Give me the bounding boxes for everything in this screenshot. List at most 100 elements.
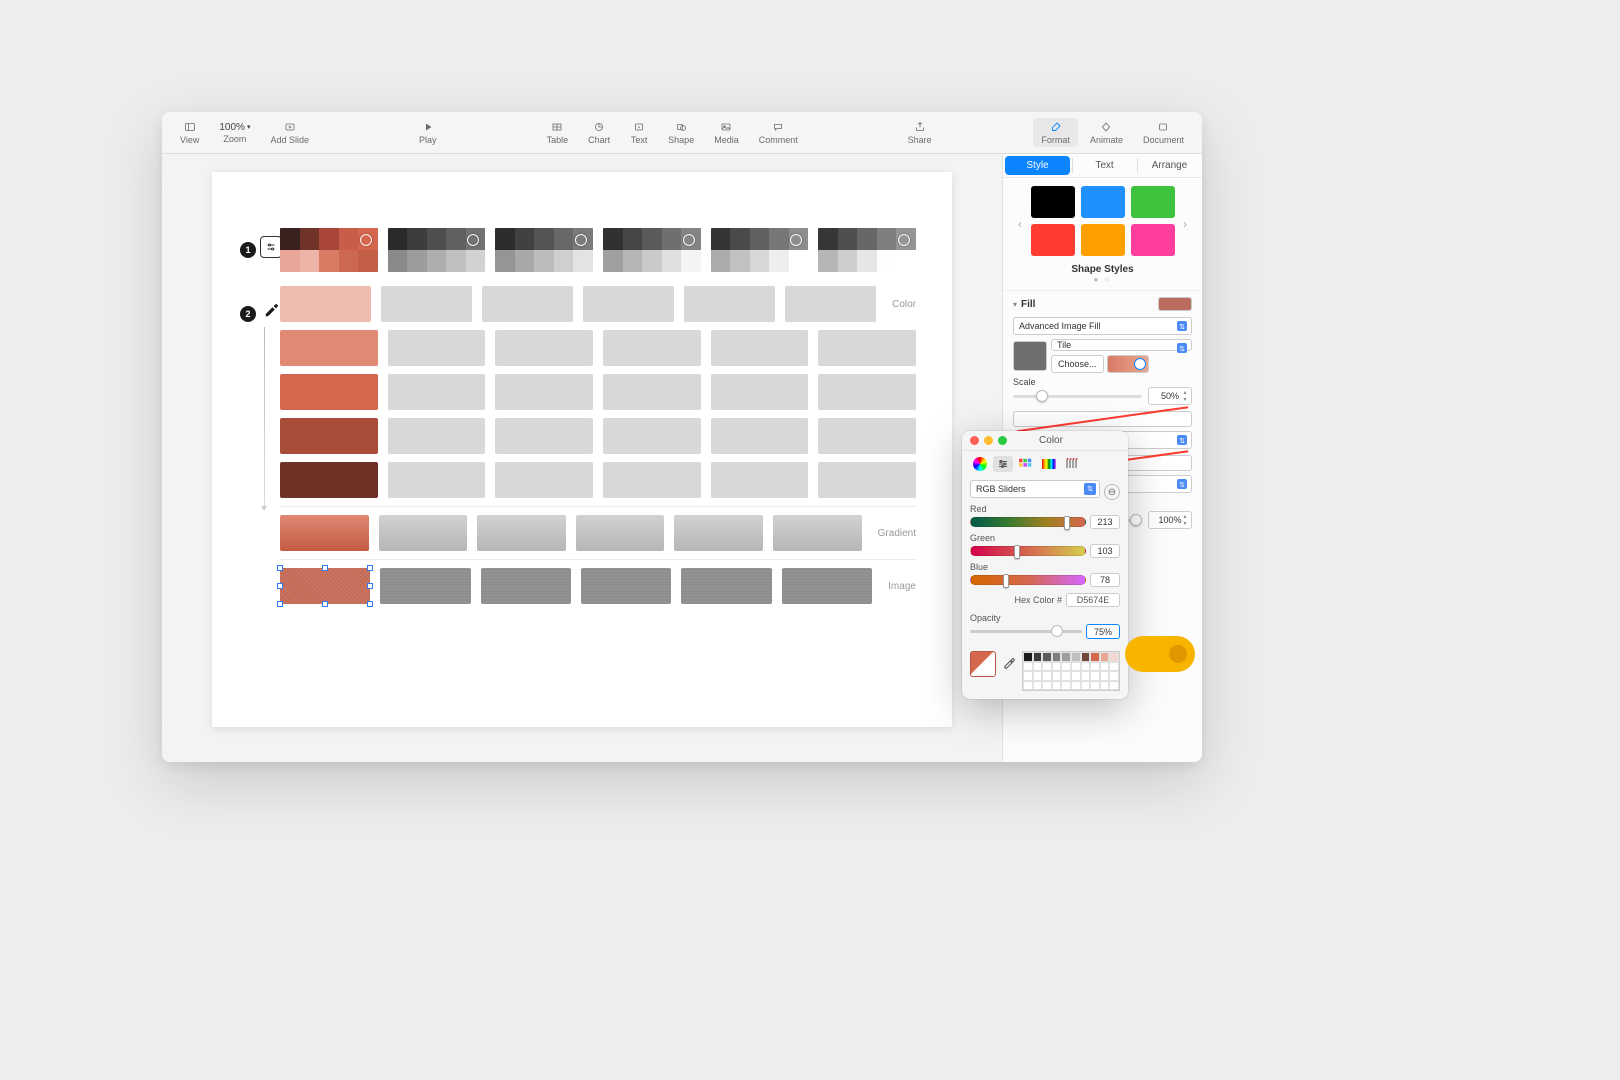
swatch[interactable] — [603, 374, 701, 410]
swatch[interactable] — [581, 568, 671, 604]
swatch[interactable] — [576, 515, 665, 551]
gradient-chip[interactable] — [1107, 355, 1149, 373]
fill-type-select[interactable]: Advanced Image Fill⇅ — [1013, 317, 1192, 335]
share-button[interactable]: Share — [900, 118, 940, 147]
swatch[interactable] — [711, 462, 809, 498]
color-panel-titlebar[interactable]: Color — [962, 431, 1128, 451]
palette-grey[interactable] — [388, 228, 486, 272]
swatch[interactable] — [603, 330, 701, 366]
green-slider[interactable] — [970, 546, 1086, 556]
swatch[interactable] — [379, 515, 468, 551]
swatch[interactable] — [388, 462, 486, 498]
style-swatch[interactable] — [1031, 224, 1075, 256]
style-swatch[interactable] — [1031, 186, 1075, 218]
red-value[interactable]: 213 — [1090, 515, 1120, 529]
spectrum-mode-icon[interactable] — [1039, 456, 1059, 472]
red-slider[interactable] — [970, 517, 1086, 527]
swatch[interactable] — [711, 374, 809, 410]
swatch-grid[interactable] — [1022, 651, 1120, 691]
swatch[interactable] — [773, 515, 862, 551]
palette-grey[interactable] — [495, 228, 593, 272]
cp-opacity-field[interactable]: 75% — [1086, 624, 1120, 639]
swatch[interactable] — [818, 418, 916, 454]
animate-button[interactable]: Animate — [1082, 118, 1131, 147]
scale-slider[interactable] — [1013, 395, 1142, 398]
action-button[interactable]: ⊖ — [1104, 484, 1120, 500]
swatch[interactable] — [388, 374, 486, 410]
swatch[interactable] — [388, 418, 486, 454]
swatch[interactable] — [482, 286, 573, 322]
swatch[interactable] — [388, 330, 486, 366]
eyedropper-button[interactable] — [1000, 651, 1018, 677]
chevron-down-icon[interactable]: ▾ — [1013, 300, 1017, 309]
add-slide-button[interactable]: Add Slide — [262, 118, 317, 147]
prev-styles-button[interactable]: ‹ — [1013, 217, 1027, 231]
style-swatch[interactable] — [1081, 224, 1125, 256]
sliders-mode-icon[interactable] — [993, 456, 1013, 472]
swatch[interactable] — [495, 330, 593, 366]
swatch[interactable] — [380, 568, 470, 604]
swatch[interactable] — [785, 286, 876, 322]
swatch[interactable] — [583, 286, 674, 322]
shape-button[interactable]: Shape — [660, 118, 702, 147]
swatch[interactable] — [818, 462, 916, 498]
swatch[interactable] — [681, 568, 771, 604]
swatch[interactable] — [684, 286, 775, 322]
palette-grey[interactable] — [603, 228, 701, 272]
tab-arrange[interactable]: Arrange — [1137, 154, 1202, 177]
swatch[interactable] — [280, 462, 378, 498]
view-button[interactable]: View — [172, 118, 207, 147]
swatch[interactable] — [603, 418, 701, 454]
table-button[interactable]: Table — [539, 118, 577, 147]
swatch[interactable] — [280, 568, 370, 604]
text-button[interactable]: AText — [622, 118, 656, 147]
style-swatch[interactable] — [1081, 186, 1125, 218]
swatch[interactable] — [818, 330, 916, 366]
palettes-mode-icon[interactable] — [1016, 456, 1036, 472]
play-button[interactable]: Play — [411, 118, 445, 147]
blue-value[interactable]: 78 — [1090, 573, 1120, 587]
slide[interactable]: 1 2 Color — [212, 172, 952, 727]
media-button[interactable]: Media — [706, 118, 747, 147]
color-panel[interactable]: Color RGB Sliders⇅ ⊖ Red 213 Green 103 — [962, 431, 1128, 699]
palette-grey[interactable] — [818, 228, 916, 272]
swatch[interactable] — [280, 286, 371, 322]
hex-field[interactable]: D5674E — [1066, 593, 1120, 607]
tab-text[interactable]: Text — [1072, 154, 1137, 177]
current-color-swatch[interactable] — [970, 651, 996, 677]
comment-button[interactable]: Comment — [751, 118, 806, 147]
style-swatch[interactable] — [1131, 224, 1175, 256]
palette-colored[interactable] — [280, 228, 378, 272]
scale-field[interactable]: 50%▴▾ — [1148, 387, 1192, 405]
swatch[interactable] — [674, 515, 763, 551]
tab-style[interactable]: Style — [1005, 156, 1070, 175]
cp-opacity-slider[interactable] — [970, 630, 1082, 633]
zoom-button[interactable]: 100%▾ Zoom — [211, 120, 258, 146]
pencils-mode-icon[interactable] — [1062, 456, 1082, 472]
green-value[interactable]: 103 — [1090, 544, 1120, 558]
fill-color-chip[interactable] — [1158, 297, 1192, 311]
swatch[interactable] — [495, 418, 593, 454]
canvas[interactable]: 1 2 Color — [162, 154, 1002, 762]
wheel-mode-icon[interactable] — [970, 456, 990, 472]
swatch[interactable] — [818, 374, 916, 410]
swatch[interactable] — [603, 462, 701, 498]
tile-select[interactable]: Tile⇅ — [1051, 339, 1192, 351]
fill-thumbnail[interactable] — [1013, 341, 1047, 371]
chart-button[interactable]: Chart — [580, 118, 618, 147]
swatch[interactable] — [280, 515, 369, 551]
insp-opacity-field[interactable]: 100%▴▾ — [1148, 511, 1192, 529]
swatch[interactable] — [495, 462, 593, 498]
swatch[interactable] — [495, 374, 593, 410]
blue-slider[interactable] — [970, 575, 1086, 585]
choose-button[interactable]: Choose... — [1051, 355, 1104, 373]
palette-grey[interactable] — [711, 228, 809, 272]
swatch[interactable] — [381, 286, 472, 322]
style-swatch[interactable] — [1131, 186, 1175, 218]
next-styles-button[interactable]: › — [1178, 217, 1192, 231]
swatch[interactable] — [782, 568, 872, 604]
format-button[interactable]: Format — [1033, 118, 1078, 147]
close-icon[interactable] — [970, 436, 979, 445]
swatch[interactable] — [711, 418, 809, 454]
swatch[interactable] — [477, 515, 566, 551]
